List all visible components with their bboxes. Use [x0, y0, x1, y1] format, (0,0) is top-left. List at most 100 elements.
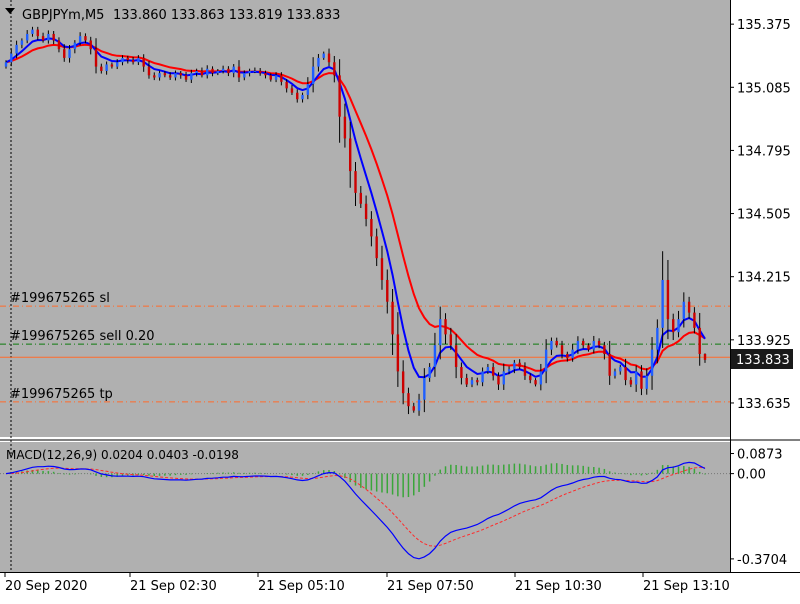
- candle-body: [163, 73, 167, 76]
- candle-body: [248, 70, 251, 74]
- candle-body: [243, 73, 246, 78]
- candle-body: [306, 84, 310, 95]
- candle-body: [481, 371, 484, 383]
- candle-body: [634, 371, 638, 385]
- price-tick-label: 134.505: [737, 208, 791, 223]
- time-tick-label: 20 Sep 2020: [5, 579, 87, 594]
- candle-body: [359, 192, 362, 204]
- current-price-label: 133.833: [731, 349, 793, 369]
- order-line-label: #199675265 sl: [10, 291, 110, 306]
- candle-body: [333, 62, 336, 76]
- candle-body: [592, 340, 595, 350]
- candle-body: [386, 279, 389, 302]
- candle-body: [322, 53, 325, 58]
- candle-body: [417, 399, 421, 411]
- candle-body: [544, 349, 548, 372]
- candle-body: [497, 375, 500, 385]
- macd-tick-label: 0.00: [737, 468, 766, 483]
- candle-body: [629, 380, 633, 385]
- candle-body: [650, 349, 654, 376]
- candle-body: [576, 340, 580, 350]
- candle-body: [258, 70, 262, 74]
- chart-svg: #199675265 sl #199675265 sell 0.20 #199675…: [0, 0, 800, 594]
- candle-body: [523, 367, 527, 376]
- candle-body: [116, 62, 119, 67]
- candle-body: [206, 68, 209, 76]
- candle-body: [158, 73, 161, 78]
- candle-body: [63, 49, 66, 58]
- price-tick-label: 134.795: [737, 144, 791, 159]
- candle-body: [253, 70, 257, 72]
- candle-body: [428, 367, 431, 378]
- candle-body: [539, 371, 543, 385]
- candle-body: [25, 33, 29, 41]
- candle-body: [597, 340, 601, 346]
- candle-body: [100, 66, 103, 71]
- candle-body: [73, 42, 77, 50]
- candle-body: [433, 345, 437, 368]
- candle-body: [518, 362, 521, 368]
- candle-body: [396, 334, 400, 372]
- candle-body: [624, 367, 627, 381]
- candle-body: [20, 40, 24, 45]
- candle-body: [582, 340, 585, 346]
- candle-body: [555, 340, 558, 346]
- candle-body: [216, 70, 220, 74]
- candle-body: [454, 345, 458, 368]
- candle-body: [502, 371, 505, 385]
- order-line-label: #199675265 tp: [10, 387, 113, 402]
- candle-body: [661, 279, 664, 328]
- candle-body: [126, 57, 129, 61]
- candle-body: [57, 40, 61, 50]
- candle-body: [190, 73, 193, 80]
- candle-body: [391, 301, 394, 335]
- macd-tick-label: 0.0873: [737, 448, 783, 463]
- candle-body: [121, 57, 124, 63]
- time-tick-label: 21 Sep 05:10: [258, 579, 345, 594]
- candle-body: [566, 353, 569, 359]
- candle-body: [137, 57, 140, 63]
- candle-body: [296, 92, 299, 100]
- candle-body: [47, 33, 50, 41]
- candle-body: [221, 68, 225, 71]
- candle-body: [460, 367, 463, 378]
- macd-axis: 0.0873 0.00 -0.3704: [730, 448, 787, 568]
- candle-body: [264, 73, 267, 76]
- candle-body: [491, 367, 495, 376]
- candle-body: [666, 279, 670, 320]
- candle-body: [274, 75, 278, 80]
- candle-body: [571, 349, 574, 359]
- candle-body: [179, 73, 182, 76]
- price-tick-label: 134.215: [737, 271, 791, 286]
- candle-body: [380, 258, 384, 280]
- candle-body: [89, 40, 92, 50]
- candle-body: [529, 375, 532, 381]
- ohlc-readout: 133.860 133.863 133.819 133.833: [113, 8, 340, 23]
- time-tick-label: 21 Sep 02:30: [130, 579, 217, 594]
- candle-body: [439, 319, 442, 346]
- candle-body: [703, 353, 707, 360]
- candle-body: [142, 57, 145, 67]
- candle-body: [560, 345, 564, 354]
- time-axis: 20 Sep 2020 21 Sep 02:30 21 Sep 05:10 21 Se…: [4, 572, 730, 594]
- candle-body: [354, 171, 357, 193]
- price-tick-label: 135.375: [737, 18, 791, 33]
- macd-label: MACD(12,26,9) 0.0204 0.0403 -0.0198: [6, 448, 239, 462]
- candle-body: [693, 312, 696, 328]
- candle-body: [290, 88, 294, 93]
- candle-body: [78, 36, 82, 43]
- candle-body: [343, 116, 347, 139]
- candle-body: [486, 367, 490, 372]
- candle-body: [195, 70, 198, 74]
- price-tick-label: 133.925: [737, 334, 791, 349]
- candle-body: [364, 203, 368, 219]
- candle-body: [105, 64, 108, 71]
- trading-chart-window[interactable]: #199675265 sl #199675265 sell 0.20 #199675…: [0, 0, 800, 600]
- candle-body: [110, 64, 114, 67]
- candle-body: [613, 371, 617, 376]
- candle-body: [232, 66, 235, 74]
- candle-body: [370, 219, 373, 237]
- candle-body: [687, 301, 691, 313]
- macd-tick-label: -0.3704: [737, 553, 787, 568]
- candle-body: [311, 66, 315, 85]
